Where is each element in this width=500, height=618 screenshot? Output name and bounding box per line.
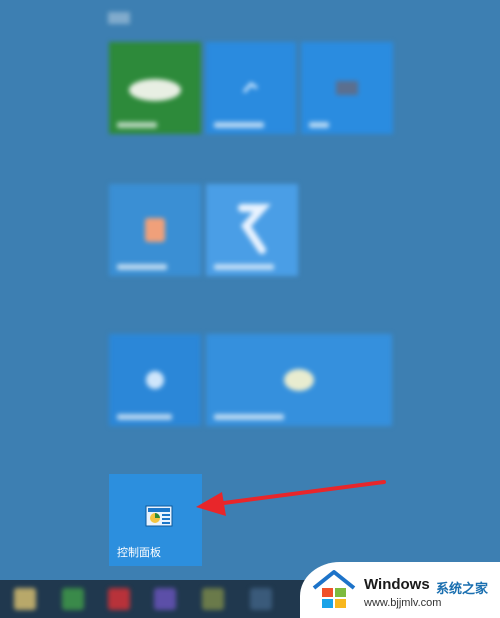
app-icon [238,204,271,254]
watermark: Windows 系统之家 www.bjjmlv.com [300,562,500,618]
app-tile-wide[interactable] [206,334,392,426]
taskbar-app-icon[interactable] [154,588,176,610]
app-icon [284,369,314,391]
gear-icon [146,371,164,389]
group-label-blurred [108,12,130,24]
app-icon [145,218,165,242]
app-tile-3[interactable] [301,42,393,134]
taskbar-app-icon[interactable] [250,588,272,610]
app-icon [242,82,258,93]
house-windows-logo-icon [312,570,356,608]
app-tile-2[interactable] [206,42,296,134]
control-panel-tile[interactable]: 控制面板 [109,474,202,566]
app-tile-5[interactable] [206,184,298,276]
control-panel-label: 控制面板 [117,547,161,559]
taskbar-app-icon[interactable] [62,588,84,610]
watermark-subtitle: 系统之家 [436,581,489,596]
taskbar-app-icon[interactable] [202,588,224,610]
app-tile-6[interactable] [109,334,201,426]
watermark-url: www.bjjmlv.com [364,597,442,609]
cloud-icon [129,79,181,101]
annotation-arrow [196,480,386,516]
control-panel-icon [145,505,173,527]
taskbar-app-icon[interactable] [108,588,130,610]
app-tile-4[interactable] [109,184,201,276]
taskbar-app-icon[interactable] [14,588,36,610]
watermark-title: Windows [364,576,430,593]
app-icon [336,81,358,95]
store-tile[interactable] [109,42,201,134]
